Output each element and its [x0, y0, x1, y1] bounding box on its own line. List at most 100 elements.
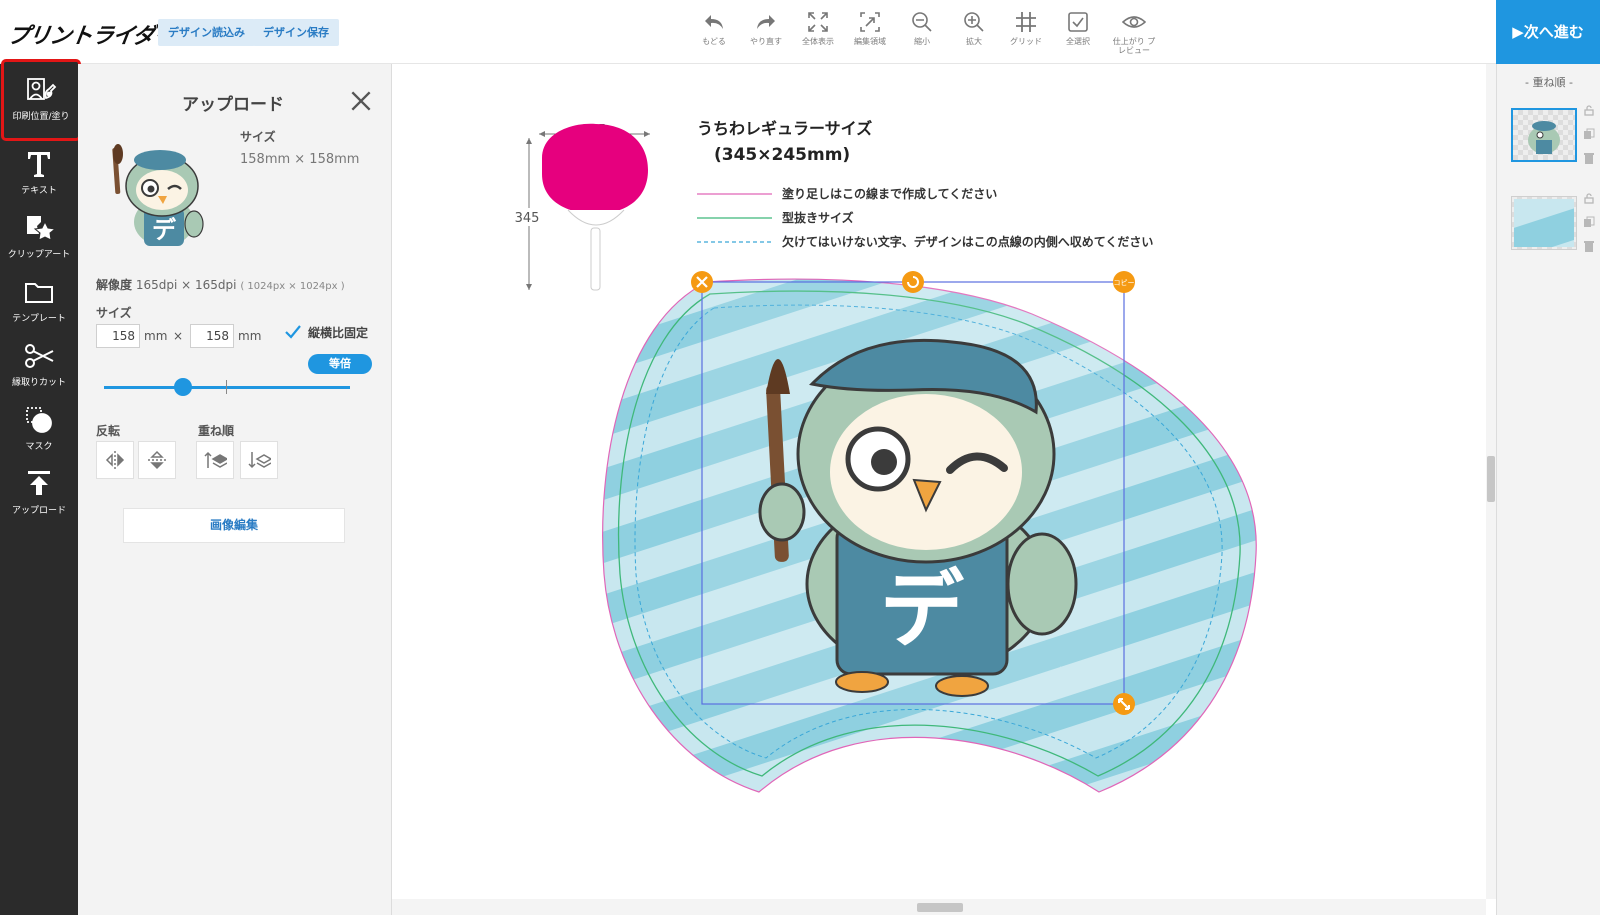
flip-vertical-icon — [148, 450, 166, 470]
flip-horizontal-button[interactable] — [96, 441, 134, 479]
selected-image[interactable]: デ コピー — [691, 271, 1135, 715]
redo-button[interactable]: やり直す — [740, 10, 792, 55]
upload-properties-panel: アップロード デ サイズ 158mm × 158mm 解像度 165dpi × … — [78, 64, 392, 915]
grid-button[interactable]: グリッド — [1000, 10, 1052, 55]
edit-area-icon — [860, 12, 880, 32]
rail-item-print-position[interactable]: 印刷位置/塗り — [1, 59, 81, 141]
scale-slider-handle[interactable] — [173, 378, 192, 396]
mask-icon — [26, 407, 52, 433]
lock-aspect-checkbox[interactable]: 縦横比固定 — [284, 323, 368, 341]
bring-forward-icon — [204, 451, 227, 468]
actual-size-button[interactable]: 等倍 — [308, 354, 372, 374]
print-position-icon — [27, 78, 57, 100]
layer-item-mascot[interactable] — [1511, 108, 1577, 162]
uploaded-image-thumbnail: デ — [112, 144, 204, 246]
eye-icon — [1122, 16, 1146, 28]
zoom-in-button[interactable]: 拡大 — [948, 10, 1000, 55]
zoom-in-label: 拡大 — [966, 37, 982, 46]
rail-label: 印刷位置/塗り — [12, 112, 70, 122]
select-all-button[interactable]: 全選択 — [1052, 10, 1104, 55]
send-backward-button[interactable] — [240, 441, 278, 479]
guide-title-line2: (345×245mm) — [714, 145, 850, 165]
size-label: サイズ — [240, 130, 276, 144]
undo-label: もどる — [702, 37, 726, 46]
rail-label: 縁取りカット — [11, 378, 66, 388]
undo-button[interactable]: もどる — [688, 10, 740, 55]
bring-forward-button[interactable] — [196, 441, 234, 479]
select-all-label: 全選択 — [1066, 37, 1090, 46]
fan-size-guide: 245 345 — [510, 123, 650, 291]
rail-item-trim-cut[interactable]: 縁取りカット — [0, 334, 78, 398]
upload-icon — [28, 471, 50, 495]
zoom-out-button[interactable]: 縮小 — [896, 10, 948, 55]
close-icon[interactable] — [348, 88, 374, 114]
next-step-button[interactable]: ▶次へ進む — [1496, 0, 1600, 64]
zoom-out-icon — [912, 12, 932, 32]
zoom-out-label: 縮小 — [914, 37, 930, 46]
canvas-horizontal-scrollbar[interactable] — [392, 899, 1486, 915]
layer-item-stripes[interactable] — [1511, 196, 1577, 250]
rail-item-upload[interactable]: アップロード — [0, 462, 78, 526]
flip-label: 反転 — [96, 424, 121, 438]
rail-item-text[interactable]: テキスト — [0, 142, 78, 206]
resolution-value: 165dpi × 165dpi — [135, 278, 237, 292]
redo-icon — [757, 15, 775, 29]
clipart-icon — [27, 216, 55, 241]
layer-stripes-preview — [1514, 199, 1574, 247]
lock-aspect-label: 縦横比固定 — [308, 325, 369, 340]
height-input[interactable]: 158 — [190, 324, 234, 348]
fit-view-button[interactable]: 全体表示 — [792, 10, 844, 55]
rail-label: アップロード — [11, 506, 66, 516]
copy-icon[interactable] — [1583, 128, 1595, 140]
rail-item-clipart[interactable]: クリップアート — [0, 206, 78, 270]
rotate-handle[interactable] — [902, 271, 924, 293]
scale-slider-track[interactable] — [104, 386, 350, 389]
undo-icon — [705, 15, 723, 29]
lock-icon[interactable] — [1583, 192, 1595, 204]
edit-toolbar: もどる やり直す 全体表示 編集領域 縮小 拡大 グリッド 全選択 仕上がり プ… — [688, 10, 1164, 55]
legend-text-bleed: 塗り足しはこの線まで作成してください — [782, 186, 997, 201]
rail-label: マスク — [25, 442, 53, 452]
vertical-scroll-thumb[interactable] — [1487, 456, 1495, 502]
zoom-in-icon — [964, 12, 984, 32]
resolution-row: 解像度 165dpi × 165dpi ( 1024px × 1024px ) — [96, 276, 345, 293]
size-input-label: サイズ — [96, 306, 132, 320]
checkmark-icon — [285, 325, 301, 339]
folder-icon — [25, 283, 53, 303]
lock-icon[interactable] — [1583, 104, 1595, 116]
canvas-vertical-scrollbar[interactable] — [1486, 64, 1496, 899]
save-design-button[interactable]: デザイン保存 — [253, 19, 339, 46]
width-input[interactable]: 158 — [96, 324, 140, 348]
edit-area-label: 編集領域 — [854, 37, 886, 46]
trash-icon[interactable] — [1583, 152, 1595, 164]
left-tool-rail: 印刷位置/塗り テキスト クリップアート テンプレート 縁取りカット マスク ア… — [0, 59, 81, 915]
resolution-label: 解像度 — [96, 278, 133, 292]
rail-item-mask[interactable]: マスク — [0, 398, 78, 462]
preview-label: 仕上がり プレビュー — [1112, 37, 1156, 55]
trash-icon[interactable] — [1583, 240, 1595, 252]
top-toolbar: プリントライダー デザイン読込み デザイン保存 もどる やり直す 全体表示 編集… — [0, 0, 1600, 64]
canvas-artboard: 245 345 うちわレギュラーサイズ (345×245mm) 塗り足しはこの線… — [510, 119, 1257, 793]
copy-icon[interactable] — [1583, 216, 1595, 228]
mascot-apron-letter-large: デ — [880, 561, 965, 659]
legend-text-cut: 型抜きサイズ — [782, 210, 854, 225]
grid-label: グリッド — [1010, 37, 1042, 46]
layer-mascot-preview — [1528, 121, 1560, 154]
resolution-pixels: ( 1024px × 1024px ) — [240, 281, 345, 292]
checkbox-icon — [1068, 12, 1088, 32]
scale-slider-center-tick — [226, 380, 227, 394]
preview-button[interactable]: 仕上がり プレビュー — [1104, 10, 1164, 55]
fit-view-label: 全体表示 — [802, 37, 834, 46]
height-unit: mm — [238, 329, 262, 343]
guide-height-dim: 345 — [515, 211, 540, 226]
layers-title: - 重ね順 - — [1525, 76, 1573, 89]
edit-image-button[interactable]: 画像編集 — [123, 508, 345, 543]
edit-area-button[interactable]: 編集領域 — [844, 10, 896, 55]
app-logo[interactable]: プリントライダー — [6, 18, 178, 50]
horizontal-scroll-thumb[interactable] — [917, 903, 963, 912]
rail-item-template[interactable]: テンプレート — [0, 270, 78, 334]
load-design-button[interactable]: デザイン読込み — [158, 19, 255, 46]
design-canvas[interactable]: 245 345 うちわレギュラーサイズ (345×245mm) 塗り足しはこの線… — [392, 64, 1486, 899]
flip-vertical-button[interactable] — [138, 441, 176, 479]
grid-icon — [1016, 12, 1036, 32]
